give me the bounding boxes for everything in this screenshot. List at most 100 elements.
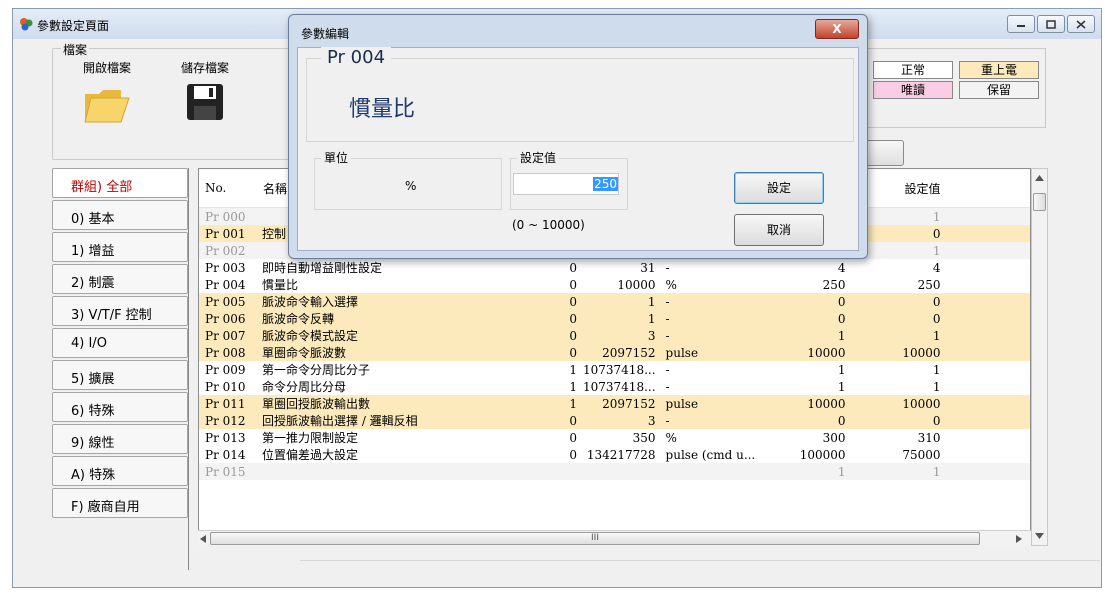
nav-item-vibration[interactable]: 2) 制震	[52, 264, 188, 294]
table-row[interactable]: Pr 011 單圈回授脈波輸出數 1 2097152 pulse 10000 10000	[199, 395, 1030, 412]
dialog-close-button[interactable]: X	[815, 19, 859, 39]
nav-item-special-a[interactable]: A) 特殊	[52, 456, 188, 486]
cell-f1: 1	[553, 395, 583, 412]
table-row[interactable]: Pr 004 慣量比 0 10000% 250 250	[199, 276, 1030, 293]
nav-item-gain[interactable]: 1) 增益	[52, 232, 188, 262]
cell-name: 位置偏差過大設定	[262, 448, 359, 462]
table-row[interactable]: Pr 008 單圈命令脈波數 0 2097152 pulse 10000 10000	[199, 344, 1030, 361]
cell-unit: pulse	[661, 395, 765, 412]
setting-value-input[interactable]: 250	[513, 173, 619, 195]
cell-name: 脈波命令反轉	[262, 310, 553, 327]
cell-no: Pr 012	[199, 412, 262, 429]
nav-item-label: 3) V/T/F 控制	[71, 308, 152, 323]
cell-max: 134217728	[586, 447, 656, 462]
cell-blank	[951, 429, 1030, 446]
cell-blank	[951, 378, 1030, 395]
cell-def: 300	[822, 430, 846, 445]
cell-blank	[950, 395, 1030, 412]
maximize-button[interactable]	[1037, 15, 1065, 33]
status-legend: 正常 重上電 唯讀 保留	[846, 48, 1046, 128]
scroll-right-icon[interactable]	[1016, 535, 1022, 543]
vertical-scroll-thumb[interactable]	[1033, 193, 1046, 211]
cell-unit: pulse (cmd u...	[665, 447, 756, 462]
nav-item-linear[interactable]: 9) 線性	[52, 424, 188, 454]
cell-f1: 0	[569, 277, 577, 292]
dialog-body: Pr 004 慣量比 單位 % 設定值 250 (0 ~ 10000) 設定 取…	[297, 47, 859, 251]
horizontal-scrollbar[interactable]: III	[198, 530, 1031, 546]
nav-item-label: A) 特殊	[71, 468, 116, 483]
nav-item-all[interactable]: 群組) 全部	[52, 168, 188, 198]
horizontal-scroll-thumb[interactable]: III	[210, 532, 980, 545]
floppy-disk-icon	[187, 84, 223, 120]
vertical-scrollbar[interactable]	[1031, 168, 1048, 546]
cell-unit: -	[661, 327, 765, 344]
nav-item-vendor[interactable]: F) 廠商自用	[52, 488, 188, 518]
cell-f1: 0	[553, 344, 583, 361]
cell-f1: 0	[569, 447, 577, 462]
cell-def: 4	[837, 260, 846, 275]
header-no[interactable]: No.	[199, 169, 262, 208]
cell-max: 1	[583, 310, 662, 327]
table-row[interactable]: Pr 007 脈波命令模式設定 0 3-1 1	[199, 327, 1030, 344]
cell-max: 10737418...	[583, 362, 656, 377]
cell-name: 脈波命令模式設定	[262, 327, 553, 344]
table-row[interactable]: Pr 005 脈波命令輸入選擇 0 1-0 0	[199, 293, 1030, 310]
cancel-button[interactable]: 取消	[734, 214, 824, 246]
cell-name: 第一命令分周比分子	[262, 363, 371, 377]
open-file-button[interactable]: 開啟檔案	[81, 59, 133, 129]
cell-max: 350	[632, 430, 656, 445]
cell-name: 慣量比	[262, 278, 299, 292]
set-button[interactable]: 設定	[734, 172, 824, 204]
cell-no: Pr 008	[199, 344, 262, 361]
divider	[300, 560, 1100, 561]
nav-item-vtf-control[interactable]: 3) V/T/F 控制	[52, 296, 188, 326]
cell-max: 2097152	[583, 395, 662, 412]
table-row[interactable]: Pr 014 位置偏差過大設定 0 134217728 pulse (cmd u... 1…	[199, 446, 1030, 463]
cell-val: 10000	[853, 395, 951, 412]
cell-blank	[951, 259, 1030, 276]
cell-val: 0	[853, 412, 951, 429]
cell-no: Pr 007	[199, 327, 262, 344]
cell-unit: -	[665, 379, 670, 394]
cell-blank	[950, 310, 1030, 327]
cell-unit: -	[665, 362, 670, 377]
cell-name: 單圈命令脈波數	[262, 344, 553, 361]
open-file-label: 開啟檔案	[82, 61, 131, 75]
table-row[interactable]: Pr 006 脈波命令反轉 0 1-0 0	[199, 310, 1030, 327]
cell-blank	[950, 293, 1030, 310]
nav-item-extended[interactable]: 5) 擴展	[52, 360, 188, 390]
scroll-down-icon[interactable]	[1035, 533, 1044, 539]
table-row[interactable]: Pr 012 回授脈波輸出選擇 / 邏輯反相 0 3-0 0	[199, 412, 1030, 429]
save-file-button[interactable]: 儲存檔案	[181, 59, 229, 125]
cell-val: 0	[853, 310, 951, 327]
table-row[interactable]: Pr 015 1 1	[199, 463, 1030, 480]
cell-f1: 1	[569, 379, 577, 394]
status-reserved: 保留	[959, 81, 1039, 99]
header-value[interactable]: 設定值	[853, 169, 951, 208]
nav-item-label: 5) 擴展	[71, 372, 115, 387]
table-row[interactable]: Pr 010 命令分周比分母 1 10737418... - 1 1	[199, 378, 1030, 395]
cell-val: 1	[853, 242, 951, 259]
cell-val: 250	[917, 277, 941, 292]
nav-item-basic[interactable]: 0) 基本	[52, 200, 188, 230]
cell-no: Pr 011	[199, 395, 262, 412]
table-row[interactable]: Pr 013 第一推力限制設定 0 350% 300 310	[199, 429, 1030, 446]
cell-def: 250	[822, 277, 846, 292]
nav-item-special[interactable]: 6) 特殊	[52, 392, 188, 422]
nav-item-io[interactable]: 4) I/O	[52, 328, 188, 358]
cell-no: Pr 013	[205, 430, 246, 445]
parameter-header: Pr 004 慣量比	[306, 47, 854, 142]
scroll-left-icon[interactable]	[200, 535, 206, 543]
close-button[interactable]	[1067, 15, 1095, 33]
table-row[interactable]: Pr 003 即時自動增益剛性設定 0 31- 4 4	[199, 259, 1030, 276]
unit-value: %	[405, 179, 417, 193]
cell-def: 1	[764, 463, 854, 480]
scroll-up-icon[interactable]	[1035, 175, 1044, 181]
minimize-button[interactable]	[1007, 15, 1035, 33]
cell-max: 2097152	[583, 344, 662, 361]
cell-unit: -	[665, 260, 670, 275]
status-repower: 重上電	[959, 61, 1039, 79]
cell-name: 脈波命令輸入選擇	[262, 293, 553, 310]
table-row[interactable]: Pr 009 第一命令分周比分子 1 10737418... - 1 1	[199, 361, 1030, 378]
cell-val: 0	[853, 293, 951, 310]
